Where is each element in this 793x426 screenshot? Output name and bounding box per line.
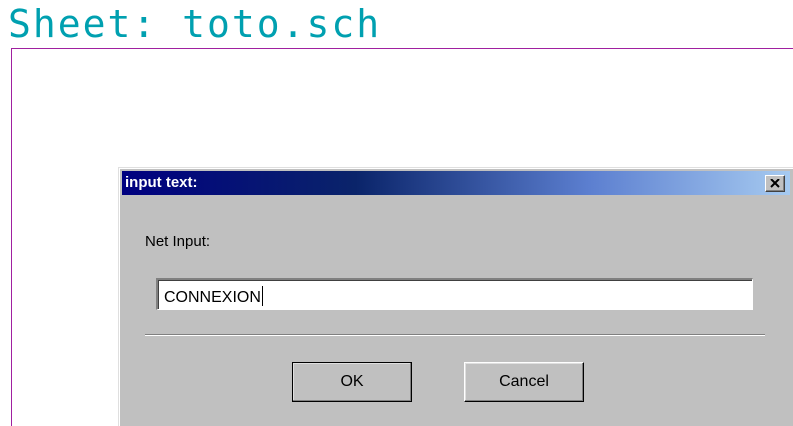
net-input-label: Net Input: (145, 233, 211, 250)
net-input-value: CONNEXION (164, 289, 261, 306)
text-caret (261, 286, 263, 306)
sheet-border-left (11, 48, 12, 426)
input-text-dialog: input text: Net Input: CONNEXION OK Canc… (118, 167, 793, 426)
net-input-field[interactable]: CONNEXION (156, 278, 753, 310)
close-button[interactable] (765, 175, 785, 192)
close-icon (770, 179, 780, 188)
dialog-titlebar[interactable]: input text: (122, 171, 790, 195)
separator (145, 334, 765, 336)
cancel-button[interactable]: Cancel (464, 362, 584, 402)
sheet-title: Sheet: toto.sch (8, 2, 382, 46)
dialog-title: input text: (125, 174, 198, 191)
sheet-border-top (11, 48, 793, 49)
ok-button[interactable]: OK (292, 362, 412, 402)
